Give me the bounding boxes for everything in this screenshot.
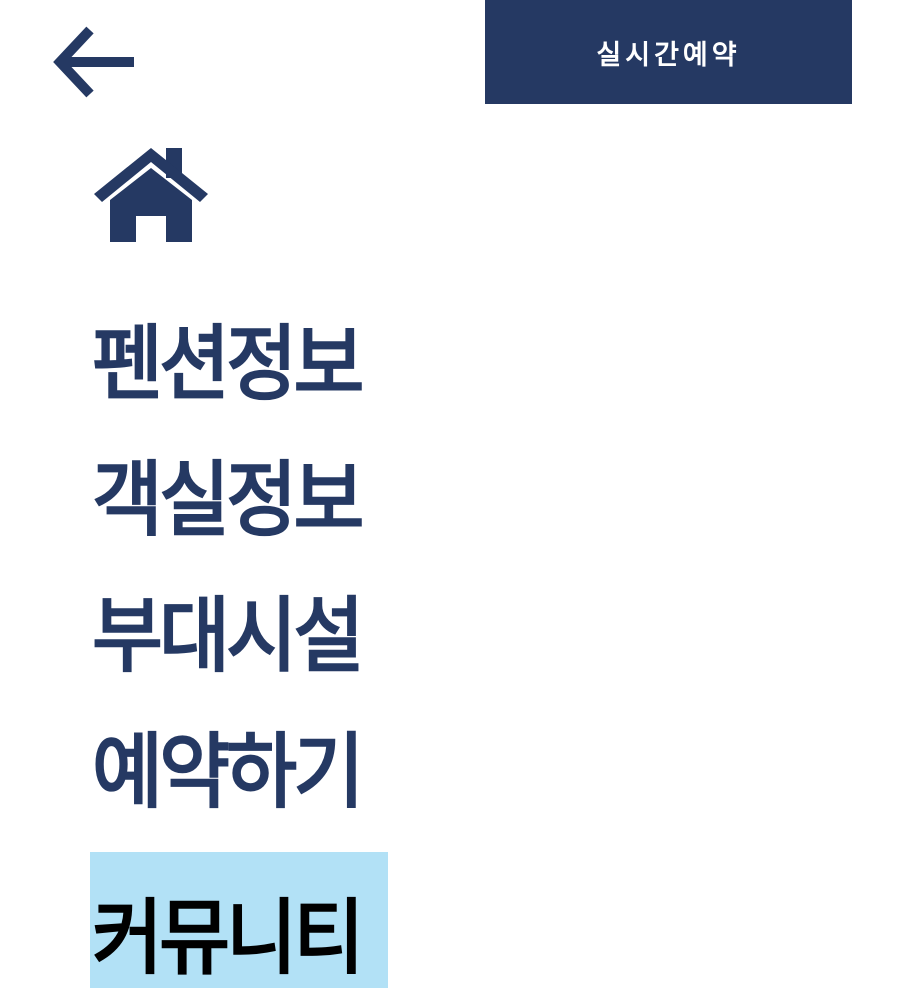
menu-item-pension-info[interactable]: 펜션정보	[90, 278, 388, 414]
home-button[interactable]	[88, 142, 214, 246]
realtime-reservation-button[interactable]: 실시간예약	[485, 0, 852, 104]
menu-item-community[interactable]: 커뮤니티	[90, 852, 388, 988]
menu-item-label: 객실정보	[92, 453, 364, 548]
house-icon	[94, 148, 208, 242]
menu-item-room-info[interactable]: 객실정보	[90, 414, 388, 550]
back-button[interactable]	[48, 22, 140, 102]
menu-item-label: 부대시설	[92, 589, 364, 684]
menu-item-label: 예약하기	[92, 725, 364, 820]
arrow-left-icon	[53, 26, 134, 98]
menu-item-reservation[interactable]: 예약하기	[90, 686, 388, 822]
menu-item-facilities[interactable]: 부대시설	[90, 550, 388, 686]
menu-item-label: 커뮤니티	[92, 891, 364, 986]
menu-item-label: 펜션정보	[92, 317, 364, 412]
